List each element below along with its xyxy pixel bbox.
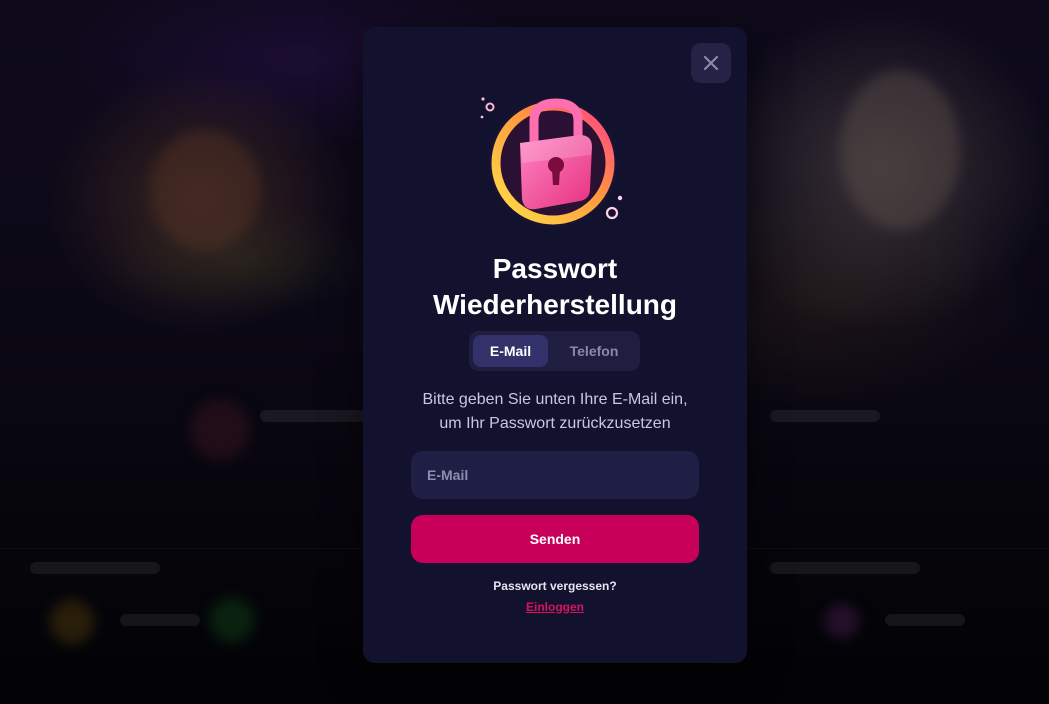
tab-phone[interactable]: Telefon	[552, 335, 636, 367]
send-button[interactable]: Senden	[411, 515, 699, 563]
padlock-illustration	[480, 91, 630, 231]
background-text	[120, 614, 200, 626]
instruction-text: Bitte geben Sie unten Ihre E-Mail ein, u…	[383, 388, 727, 436]
login-link[interactable]: Einloggen	[363, 600, 747, 614]
background-text	[770, 562, 920, 574]
background-text	[885, 614, 965, 626]
password-recovery-modal: Passwort Wiederherstellung E-Mail Telefo…	[363, 27, 747, 663]
instruction-line-2: um Ihr Passwort zurückzusetzen	[439, 415, 671, 432]
modal-title: Passwort Wiederherstellung	[363, 251, 747, 323]
email-field[interactable]	[411, 451, 699, 499]
title-line-2: Wiederherstellung	[432, 289, 677, 320]
instruction-line-1: Bitte geben Sie unten Ihre E-Mail ein,	[422, 391, 688, 408]
tab-email[interactable]: E-Mail	[473, 335, 548, 367]
close-icon	[703, 55, 719, 71]
padlock-icon	[480, 97, 623, 229]
close-button[interactable]	[691, 43, 731, 83]
background-text	[770, 410, 880, 422]
background-text	[30, 562, 160, 574]
title-line-1: Passwort	[492, 253, 618, 284]
background-text	[260, 410, 370, 422]
forgot-password-text: Passwort vergessen?	[493, 579, 617, 593]
recovery-method-tabs: E-Mail Telefon	[469, 331, 640, 371]
